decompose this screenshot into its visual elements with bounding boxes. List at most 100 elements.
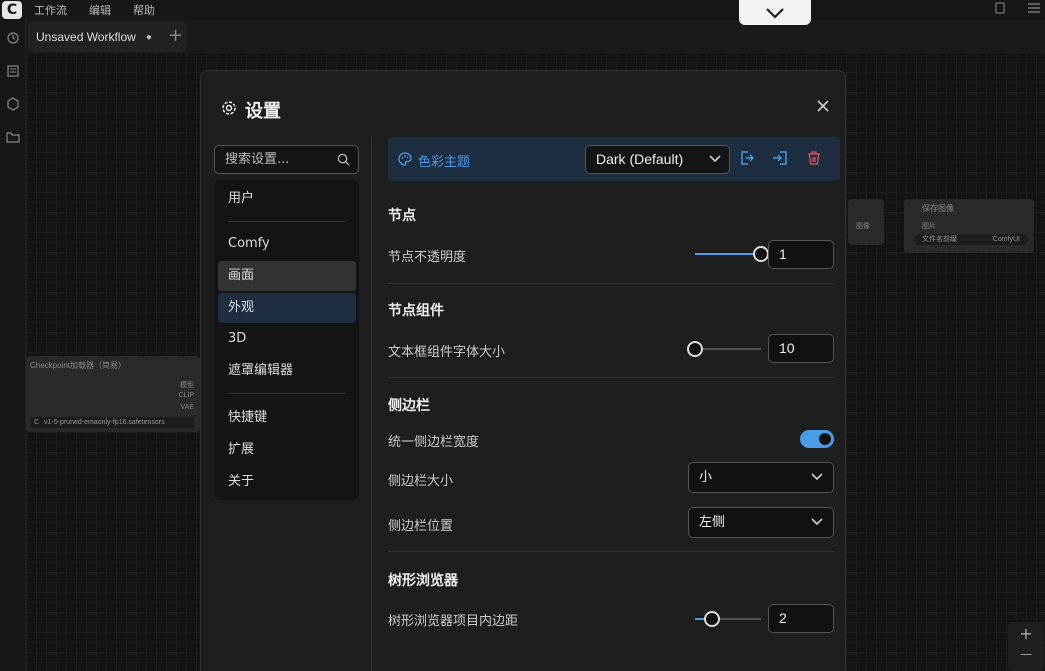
- add-tab-button[interactable]: +: [168, 25, 183, 46]
- nav-item-keybinding[interactable]: 快捷键: [218, 403, 356, 433]
- settings-search[interactable]: [214, 145, 359, 174]
- tab-unsaved-workflow[interactable]: Unsaved Workflow ●: [28, 22, 186, 52]
- close-icon: [817, 100, 829, 112]
- dialog-title: 设置: [245, 101, 281, 122]
- nav-item-user[interactable]: 用户: [218, 184, 356, 214]
- slider-fill: [695, 253, 761, 255]
- node-opacity-input[interactable]: 1: [768, 240, 834, 269]
- node-output-label: 图像: [856, 222, 870, 230]
- model-prefix: C: [34, 419, 40, 426]
- trash-icon: [808, 151, 820, 165]
- model-select[interactable]: C v1-5-pruned-emaonly-fp16.safetensors: [30, 417, 194, 428]
- tree-item-padding-input[interactable]: 2: [768, 604, 834, 633]
- menu-edit[interactable]: 编辑: [89, 2, 111, 18]
- output-clip[interactable]: CLIP: [178, 392, 194, 399]
- import-palette-button[interactable]: [772, 150, 790, 168]
- textarea-font-size-input[interactable]: 10: [768, 334, 834, 363]
- unsaved-dot-icon: ●: [145, 31, 152, 43]
- sidebar-size-label: 侧边栏大小: [388, 474, 454, 489]
- close-button[interactable]: [817, 97, 829, 116]
- side-toolbar: [0, 20, 26, 671]
- nav-item-canvas[interactable]: 画面: [218, 261, 356, 291]
- sidebar-location-label: 侧边栏位置: [388, 519, 454, 534]
- output-vae[interactable]: VAE: [181, 404, 195, 411]
- collapse-menu-button[interactable]: [739, 0, 811, 25]
- nav-item-about[interactable]: 关于: [218, 467, 356, 497]
- tab-label: Unsaved Workflow: [36, 30, 136, 44]
- section-divider: [388, 377, 834, 378]
- panel-divider: [371, 137, 372, 671]
- section-widget-title: 节点组件: [388, 303, 444, 319]
- export-palette-button[interactable]: [739, 150, 757, 168]
- model-library-icon[interactable]: [6, 97, 20, 111]
- slider-handle[interactable]: [703, 611, 720, 627]
- hamburger-menu-icon[interactable]: [1027, 2, 1041, 17]
- unify-sidebar-width-label: 统一侧边栏宽度: [388, 435, 480, 450]
- palette-icon: [398, 151, 412, 170]
- slider-handle[interactable]: [687, 341, 703, 357]
- section-divider: [388, 551, 834, 552]
- chevron-down-icon: [811, 518, 823, 526]
- textarea-font-size-slider[interactable]: [687, 341, 761, 357]
- import-icon: [773, 151, 787, 165]
- selected-palette: Dark (Default): [596, 151, 684, 167]
- color-palette-label: 色彩主题: [398, 151, 470, 170]
- settings-nav: 用户 Comfy 画面 外观 3D 遮罩编辑器 快捷键 扩展 关于: [214, 180, 359, 500]
- search-input[interactable]: [225, 152, 335, 167]
- color-palette-text: 色彩主题: [418, 155, 471, 170]
- nav-item-comfy[interactable]: Comfy: [218, 229, 356, 259]
- history-icon[interactable]: [6, 31, 20, 45]
- queue-icon[interactable]: [6, 64, 20, 78]
- menu-workflow[interactable]: 工作流: [34, 2, 67, 18]
- filename-prefix-field[interactable]: 文件名前缀 ComfyUI: [914, 234, 1028, 245]
- color-palette-select[interactable]: Dark (Default): [585, 145, 730, 174]
- section-node-title: 节点: [388, 208, 416, 224]
- zoom-in-button[interactable]: +: [1008, 624, 1044, 643]
- sidebar-size-select[interactable]: 小: [688, 462, 834, 493]
- nav-item-appearance[interactable]: 外观: [218, 293, 356, 323]
- node-opacity-label: 节点不透明度: [388, 250, 467, 265]
- menubar: C 工作流 编辑 帮助: [0, 0, 1045, 20]
- toggle-knob: [819, 433, 831, 445]
- export-icon: [741, 151, 754, 165]
- chevron-down-icon: [709, 155, 721, 163]
- node-opacity-slider[interactable]: [695, 246, 769, 262]
- tree-item-padding-slider[interactable]: [695, 611, 761, 627]
- book-icon[interactable]: [994, 2, 1006, 17]
- nav-divider: [228, 393, 346, 394]
- comfy-logo[interactable]: C: [2, 1, 22, 19]
- field-value: ComfyUI: [992, 236, 1020, 243]
- input-images[interactable]: 图片: [922, 221, 936, 231]
- color-palette-row: 色彩主题 Dark (Default): [388, 137, 840, 181]
- section-sidebar-title: 侧边栏: [388, 398, 430, 414]
- zoom-controls: + —: [1008, 622, 1044, 671]
- zoom-out-button[interactable]: —: [1008, 647, 1044, 661]
- nav-item-extensions[interactable]: 扩展: [218, 435, 356, 465]
- unify-sidebar-width-toggle[interactable]: [800, 430, 834, 448]
- selected-location: 左侧: [699, 515, 726, 530]
- model-value: v1-5-pruned-emaonly-fp16.safetensors: [44, 419, 165, 426]
- nav-divider: [228, 221, 346, 222]
- selected-size: 小: [699, 470, 713, 485]
- sidebar-location-select[interactable]: 左侧: [688, 507, 834, 538]
- folder-icon[interactable]: [6, 130, 20, 144]
- tree-item-padding-label: 树形浏览器项目内边距: [388, 614, 519, 629]
- menu-help[interactable]: 帮助: [133, 2, 155, 18]
- chevron-down-icon: [766, 7, 784, 19]
- section-divider: [388, 283, 834, 284]
- chevron-down-icon: [811, 473, 823, 481]
- gear-icon: [221, 100, 237, 120]
- nav-item-3d[interactable]: 3D: [218, 324, 356, 354]
- image-node[interactable]: 图像: [848, 199, 884, 245]
- save-image-node[interactable]: 保存图像 图片 文件名前缀 ComfyUI: [904, 199, 1034, 253]
- checkpoint-loader-node[interactable]: Checkpoint加载器（简易） 模型 CLIP VAE C v1-5-pru…: [26, 356, 200, 432]
- slider-handle[interactable]: [753, 246, 769, 262]
- field-label: 文件名前缀: [922, 236, 957, 243]
- node-title: Checkpoint加载器（简易）: [30, 361, 127, 370]
- search-icon: [337, 153, 350, 166]
- output-model[interactable]: 模型: [180, 380, 194, 390]
- node-title: 保存图像: [922, 204, 954, 213]
- settings-dialog: 设置 用户 Comfy 画面 外观 3D 遮罩编辑器 快捷键 扩展 关于 色彩主…: [200, 70, 846, 671]
- delete-palette-button[interactable]: [806, 150, 824, 168]
- nav-item-mask-editor[interactable]: 遮罩编辑器: [218, 356, 356, 386]
